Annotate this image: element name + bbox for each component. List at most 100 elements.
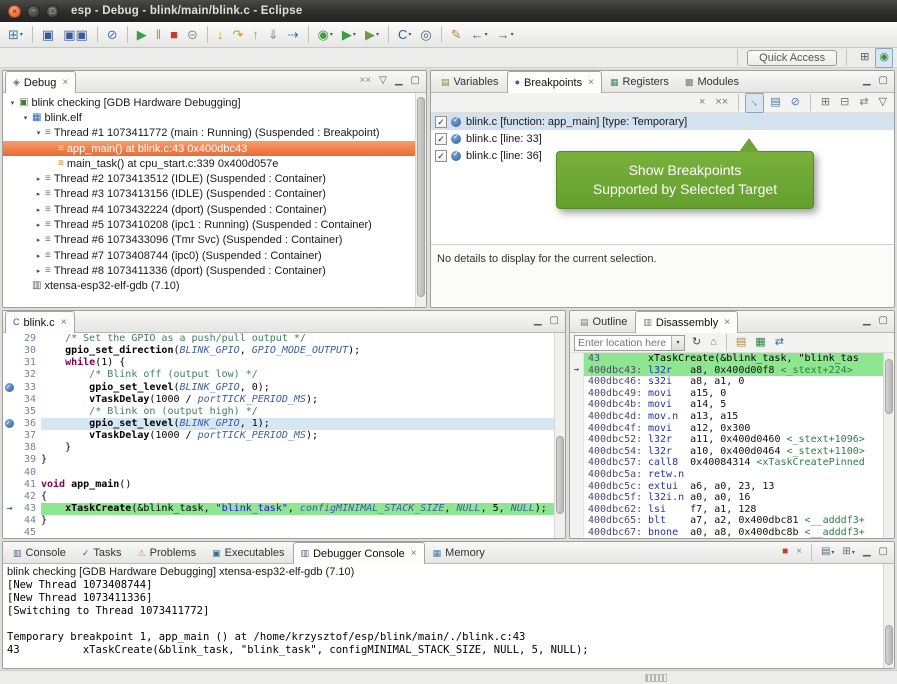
breakpoint-marker[interactable] bbox=[3, 382, 16, 394]
tab-executables[interactable]: ▣Executables bbox=[204, 542, 292, 563]
disassembly-row[interactable]: 400dbc54:l32r a10, 0x400d0464 <_stext+11… bbox=[570, 446, 894, 458]
code-line[interactable]: 45 bbox=[3, 527, 565, 539]
disassembly-row[interactable]: 400dbc5c:extui a6, a0, 23, 13 bbox=[570, 481, 894, 493]
instruction-stepping-icon[interactable]: ⇢ bbox=[284, 25, 303, 45]
suspend-icon[interactable]: ‖ bbox=[152, 25, 165, 45]
debug-scrollbar[interactable] bbox=[415, 93, 426, 308]
remove-all-breakpoints-icon[interactable]: ×× bbox=[711, 93, 732, 113]
expander-collapsed-icon[interactable]: ▸ bbox=[33, 236, 44, 244]
step-return-icon[interactable]: ↑ bbox=[248, 25, 263, 45]
debug-tree-row[interactable]: ▸≡Thread #8 1073411336 (dport) (Suspende… bbox=[3, 263, 426, 278]
code-line[interactable]: 36 gpio_set_level(BLINK_GPIO, 1); bbox=[3, 418, 565, 430]
debug-tree-row[interactable]: ▸≡Thread #3 1073413156 (IDLE) (Suspended… bbox=[3, 187, 426, 202]
link-with-debug-view-icon[interactable]: ⇄ bbox=[855, 93, 872, 113]
tab-modules[interactable]: ▩Modules bbox=[677, 71, 747, 92]
maximize-window-button[interactable]: ▢ bbox=[46, 5, 59, 18]
tab-tasks[interactable]: ✓Tasks bbox=[74, 542, 130, 563]
tab-blink-c[interactable]: Cblink.c× bbox=[5, 311, 75, 333]
expander-collapsed-icon[interactable]: ▸ bbox=[33, 252, 44, 260]
breakpoint-marker[interactable] bbox=[3, 418, 16, 430]
show-symbols-icon[interactable]: ▦ bbox=[751, 333, 769, 353]
code-line[interactable]: 44} bbox=[3, 515, 565, 527]
code-line[interactable]: 42{ bbox=[3, 491, 565, 503]
expander-collapsed-icon[interactable]: ▸ bbox=[33, 190, 44, 198]
location-input[interactable] bbox=[575, 337, 671, 349]
new-c-file-icon[interactable]: C▾ bbox=[394, 25, 415, 45]
disassembly-row[interactable]: 400dbc67:bnone a0, a8, 0x400dbc8b <__add… bbox=[570, 527, 894, 539]
disassembly-row[interactable]: 400dbc4b:movi a14, 5 bbox=[570, 399, 894, 411]
expander-collapsed-icon[interactable]: ▸ bbox=[33, 175, 44, 183]
show-supported-breakpoints-icon[interactable]: → bbox=[745, 93, 764, 113]
code-line[interactable]: 39} bbox=[3, 454, 565, 466]
scrollbar-thumb[interactable] bbox=[556, 436, 564, 514]
skip-all-breakpoints-icon[interactable]: ⊘ bbox=[103, 25, 122, 45]
minimize-view-icon[interactable]: ▁ bbox=[860, 71, 874, 91]
debug-perspective-icon[interactable]: ◉ bbox=[875, 48, 893, 68]
step-into-icon[interactable]: ↓ bbox=[213, 25, 228, 45]
debug-tree-row[interactable]: ▾▣blink checking [GDB Hardware Debugging… bbox=[3, 95, 426, 110]
tab-console[interactable]: ▥Console bbox=[5, 542, 74, 563]
expand-all-icon[interactable]: ⊞ bbox=[817, 93, 834, 113]
tab-registers[interactable]: ▦Registers bbox=[602, 71, 677, 92]
external-tools-icon[interactable]: ▶▾ bbox=[361, 25, 383, 45]
drop-to-frame-icon[interactable]: ⇓ bbox=[264, 25, 283, 45]
breakpoint-checkbox[interactable]: ✓ bbox=[435, 116, 447, 128]
minimize-view-icon[interactable]: ▁ bbox=[392, 71, 406, 91]
close-tab-icon[interactable]: × bbox=[724, 317, 730, 328]
save-icon[interactable]: ▣ bbox=[38, 25, 58, 45]
quick-access-button[interactable]: Quick Access bbox=[747, 50, 837, 66]
code-line[interactable]: 40 bbox=[3, 467, 565, 479]
disassembly-row[interactable]: 400dbc49:movi a15, 0 bbox=[570, 388, 894, 400]
view-menu-icon[interactable]: ▽ bbox=[376, 71, 390, 91]
disassembly-row[interactable]: 400dbc4d:mov.n a13, a15 bbox=[570, 411, 894, 423]
debug-tree-row[interactable]: ≡app_main() at blink.c:43 0x400dbc43 bbox=[3, 141, 426, 156]
new-wizard-icon[interactable]: ⊞▾ bbox=[4, 25, 27, 45]
code-line[interactable]: →43 xTaskCreate(&blink_task, "blink_task… bbox=[3, 503, 565, 515]
breakpoint-row[interactable]: ✓blink.c [line: 33] bbox=[431, 130, 894, 147]
maximize-view-icon[interactable]: ▢ bbox=[547, 311, 562, 331]
debug-tree-row[interactable]: ▸≡Thread #6 1073433096 (Tmr Svc) (Suspen… bbox=[3, 233, 426, 248]
close-tab-icon[interactable]: × bbox=[588, 77, 594, 88]
disassembly-row[interactable]: 400dbc57:call8 0x40084314 <xTaskCreatePi… bbox=[570, 457, 894, 469]
go-to-current-address-icon[interactable]: ⌂ bbox=[706, 333, 721, 353]
editor-content[interactable]: 29 /* Set the GPIO as a push/pull output… bbox=[3, 333, 565, 539]
close-tab-icon[interactable]: × bbox=[62, 77, 68, 88]
code-line[interactable]: 30 gpio_set_direction(BLINK_GPIO, GPIO_M… bbox=[3, 345, 565, 357]
editor-scrollbar[interactable] bbox=[554, 333, 565, 539]
tab-problems[interactable]: ⚠Problems bbox=[130, 542, 205, 563]
scrollbar-thumb[interactable] bbox=[885, 625, 893, 665]
open-console-icon[interactable]: ⊞▾ bbox=[839, 542, 857, 562]
location-dropdown-icon[interactable]: ▾ bbox=[671, 336, 684, 350]
disassembly-row[interactable]: 400dbc65:blt a7, a2, 0x400dbc81 <__adddf… bbox=[570, 515, 894, 527]
resume-icon[interactable]: ▶ bbox=[133, 25, 151, 45]
scrollbar-thumb[interactable] bbox=[417, 97, 425, 297]
minimize-view-icon[interactable]: ▁ bbox=[860, 311, 874, 331]
disassembly-row[interactable]: 400dbc62:lsi f7, a1, 128 bbox=[570, 504, 894, 516]
console-scrollbar[interactable] bbox=[883, 564, 894, 669]
last-edit-location-icon[interactable]: ✎ bbox=[447, 25, 466, 45]
expander-expanded-icon[interactable]: ▾ bbox=[20, 114, 31, 122]
editor-body[interactable]: 29 /* Set the GPIO as a push/pull output… bbox=[3, 333, 565, 539]
debug-tree-row[interactable]: ≡main_task() at cpu_start.c:339 0x400d05… bbox=[3, 156, 426, 171]
minimize-view-icon[interactable]: ▁ bbox=[860, 542, 874, 562]
close-tab-icon[interactable]: × bbox=[411, 548, 417, 559]
expander-collapsed-icon[interactable]: ▸ bbox=[33, 206, 44, 214]
remove-breakpoint-icon[interactable]: × bbox=[695, 93, 709, 113]
maximize-view-icon[interactable]: ▢ bbox=[876, 542, 891, 562]
debug-tree-row[interactable]: ▸≡Thread #5 1073410208 (ipc1 : Running) … bbox=[3, 217, 426, 232]
disassembly-row[interactable]: 400dbc5f:l32i.n a0, a0, 16 bbox=[570, 492, 894, 504]
refresh-view-icon[interactable]: ↻ bbox=[688, 333, 705, 353]
code-line[interactable]: 31 while(1) { bbox=[3, 357, 565, 369]
maximize-view-icon[interactable]: ▢ bbox=[876, 311, 891, 331]
skip-all-breakpoints-icon[interactable]: ⊘ bbox=[787, 93, 804, 113]
minimize-view-icon[interactable]: ▁ bbox=[531, 311, 545, 331]
back-icon[interactable]: ←▾ bbox=[467, 25, 492, 45]
disassembly-row[interactable]: 400dbc52:l32r a11, 0x400d0460 <_stext+10… bbox=[570, 434, 894, 446]
code-line[interactable]: 37 vTaskDelay(1000 / portTICK_PERIOD_MS)… bbox=[3, 430, 565, 442]
debug-tree-row[interactable]: ▸≡Thread #4 1073432224 (dport) (Suspende… bbox=[3, 202, 426, 217]
minimize-window-button[interactable]: − bbox=[27, 5, 40, 18]
code-line[interactable]: 38 } bbox=[3, 442, 565, 454]
titlebar[interactable]: ×−▢ esp - Debug - blink/main/blink.c - E… bbox=[0, 0, 897, 22]
debug-tree-row[interactable]: ▥xtensa-esp32-elf-gdb (7.10) bbox=[3, 279, 426, 294]
terminate-icon[interactable]: ■ bbox=[166, 25, 182, 45]
